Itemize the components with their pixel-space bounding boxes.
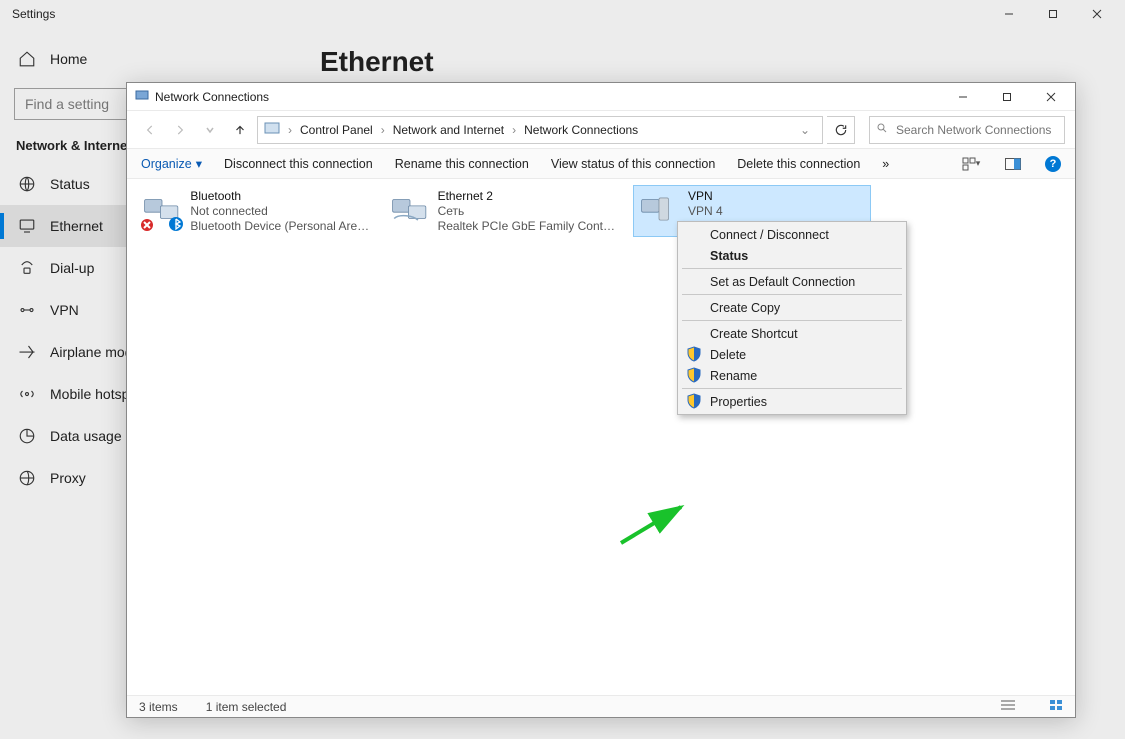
chevron-right-icon[interactable]: › [508,123,520,137]
organize-menu[interactable]: Organize ▾ [141,156,202,171]
nc-titlebar: Network Connections [127,83,1075,111]
nav-label: Ethernet [50,218,103,234]
uac-shield-icon [686,393,702,409]
settings-titlebar: Settings [0,0,1125,28]
connection-item-bluetooth[interactable]: Bluetooth Not connected Bluetooth Device… [137,185,375,237]
toolbar-delete[interactable]: Delete this connection [737,157,860,171]
minimize-button[interactable] [941,84,985,110]
connection-context-menu: Connect / Disconnect Status Set as Defau… [677,221,907,415]
nav-label: VPN [50,302,79,318]
maximize-button[interactable] [1031,0,1075,28]
view-details-button[interactable] [1001,699,1015,714]
status-icon [18,175,36,193]
home-label: Home [50,51,87,67]
connection-name: VPN [688,189,805,204]
toolbar-rename[interactable]: Rename this connection [395,157,529,171]
nav-label: Data usage [50,428,122,444]
nc-toolbar: Organize ▾ Disconnect this connection Re… [127,149,1075,179]
dialup-icon [18,259,36,277]
chevron-right-icon[interactable]: › [377,123,389,137]
nc-search-input[interactable] [894,122,1054,138]
chevron-right-icon[interactable]: › [284,123,296,137]
nc-address-bar-row: › Control Panel › Network and Internet ›… [127,111,1075,149]
back-button[interactable] [137,117,163,143]
help-icon[interactable]: ? [1045,156,1061,172]
preview-pane-button[interactable] [1003,158,1023,170]
maximize-button[interactable] [985,84,1029,110]
forward-button[interactable] [167,117,193,143]
ctx-status[interactable]: Status [680,245,904,266]
nc-search-box[interactable] [869,116,1065,144]
connection-status: Not connected [190,204,370,219]
annotation-arrow [615,499,695,549]
search-icon [876,122,888,137]
menu-separator [682,388,902,389]
up-button[interactable] [227,117,253,143]
menu-separator [682,268,902,269]
ctx-properties[interactable]: Properties [680,391,904,412]
status-selected-count: 1 item selected [206,700,287,714]
toolbar-disconnect[interactable]: Disconnect this connection [224,157,373,171]
home-icon [18,50,36,68]
ctx-rename[interactable]: Rename [680,365,904,386]
nc-window-title: Network Connections [155,90,269,104]
nc-status-bar: 3 items 1 item selected [127,695,1075,717]
ethernet-icon [18,217,36,235]
data-usage-icon [18,427,36,445]
breadcrumb-item[interactable]: Network Connections [524,123,638,137]
connection-name: Ethernet 2 [438,189,618,204]
nav-label: Dial-up [50,260,94,276]
connection-status: VPN 4 [688,204,805,219]
network-connections-window: Network Connections › Control Panel › Ne… [126,82,1076,718]
ctx-set-default[interactable]: Set as Default Connection [680,271,904,292]
close-button[interactable] [1075,0,1119,28]
refresh-button[interactable] [827,116,855,144]
nc-items-area[interactable]: Bluetooth Not connected Bluetooth Device… [127,179,1075,695]
vpn-adapter-icon [638,188,680,230]
view-options-button[interactable]: ▾ [961,157,981,171]
toolbar-more[interactable]: » [882,157,889,171]
ctx-delete[interactable]: Delete [680,344,904,365]
uac-shield-icon [686,367,702,383]
bluetooth-adapter-icon [142,188,182,230]
close-button[interactable] [1029,84,1073,110]
proxy-icon [18,469,36,487]
status-item-count: 3 items [139,700,178,714]
toolbar-viewstatus[interactable]: View status of this connection [551,157,715,171]
uac-shield-icon [686,346,702,362]
connection-status: Сеть [438,204,618,219]
menu-separator [682,294,902,295]
view-large-icons-button[interactable] [1049,699,1063,714]
hotspot-icon [18,385,36,403]
nav-label: Status [50,176,90,192]
menu-separator [682,320,902,321]
recent-dropdown[interactable] [197,117,223,143]
ethernet-adapter-icon [390,188,430,230]
vpn-icon [18,301,36,319]
connection-item-ethernet2[interactable]: Ethernet 2 Сеть Realtek PCIe GbE Family … [385,185,623,237]
breadcrumb-item[interactable]: Network and Internet [393,123,504,137]
connection-device: Realtek PCIe GbE Family Controll... [438,219,618,234]
control-panel-icon [264,120,280,139]
connection-device: Bluetooth Device (Personal Area ... [190,219,370,234]
minimize-button[interactable] [987,0,1031,28]
nav-label: Proxy [50,470,86,486]
ctx-create-copy[interactable]: Create Copy [680,297,904,318]
ctx-create-shortcut[interactable]: Create Shortcut [680,323,904,344]
page-title: Ethernet [320,46,434,78]
nc-app-icon [135,88,149,105]
breadcrumb[interactable]: › Control Panel › Network and Internet ›… [257,116,823,144]
settings-app-title: Settings [12,7,55,21]
chevron-down-icon: ▾ [196,156,202,171]
connection-name: Bluetooth [190,189,370,204]
nc-window-controls [941,84,1073,110]
ctx-connect-disconnect[interactable]: Connect / Disconnect [680,224,904,245]
settings-window-controls [987,0,1119,28]
breadcrumb-item[interactable]: Control Panel [300,123,373,137]
sidebar-item-home[interactable]: Home [18,50,300,68]
airplane-icon [18,343,36,361]
breadcrumb-dropdown[interactable]: ⌄ [794,123,816,137]
